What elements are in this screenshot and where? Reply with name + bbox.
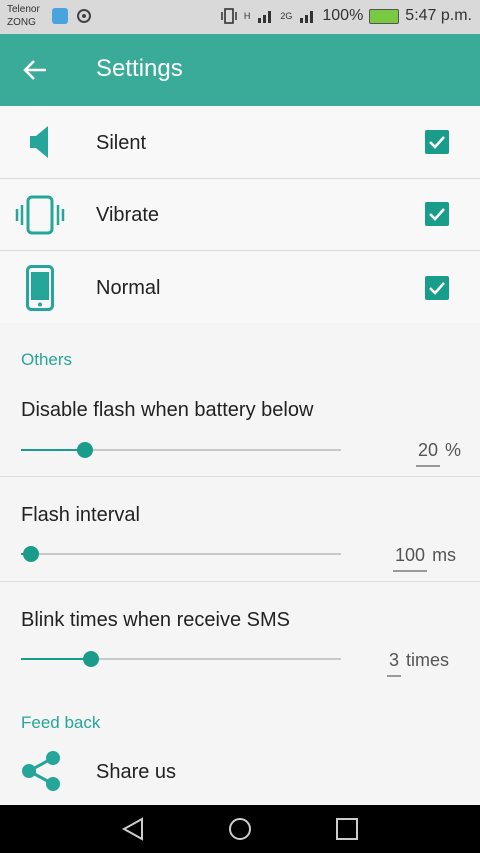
share-us-row[interactable]: Share us bbox=[0, 742, 480, 804]
flash-interval-title: Flash interval bbox=[21, 504, 140, 526]
navigation-bar bbox=[0, 805, 480, 853]
section-header-feedback: Feed back bbox=[21, 713, 101, 732]
mode-row-silent[interactable]: Silent bbox=[0, 106, 480, 179]
divider bbox=[0, 476, 480, 477]
slider-thumb[interactable] bbox=[22, 546, 39, 562]
nav-back-icon bbox=[121, 817, 143, 841]
carrier-1: Telenor bbox=[7, 4, 40, 15]
app-notification-icon bbox=[77, 9, 91, 23]
nav-home-icon bbox=[229, 818, 251, 840]
app-bar: Settings bbox=[0, 34, 480, 106]
slider-thumb[interactable] bbox=[83, 651, 100, 667]
signal-icon-1 bbox=[258, 11, 272, 23]
battery-threshold-title: Disable flash when battery below bbox=[21, 399, 314, 421]
check-icon bbox=[429, 208, 445, 221]
speaker-icon bbox=[30, 126, 48, 158]
flash-interval-value: 100 ms bbox=[393, 545, 456, 572]
mode-label-silent: Silent bbox=[96, 132, 147, 154]
phone-icon bbox=[26, 265, 54, 311]
silent-checkbox[interactable] bbox=[425, 130, 449, 154]
signal-2g-label: 2G bbox=[280, 11, 293, 21]
upload-notification-icon bbox=[52, 8, 68, 24]
divider bbox=[0, 581, 480, 582]
value-number[interactable]: 3 bbox=[387, 650, 402, 677]
vibrate-checkbox[interactable] bbox=[425, 202, 449, 226]
signal-h-label: H bbox=[243, 11, 251, 21]
blink-times-slider[interactable] bbox=[21, 651, 341, 667]
status-icons: H 2G 100% 5:47 p.m. bbox=[220, 7, 472, 25]
check-icon bbox=[429, 136, 445, 149]
battery-icon bbox=[369, 8, 400, 24]
clock: 5:47 p.m. bbox=[405, 7, 472, 24]
mode-label-vibrate: Vibrate bbox=[96, 204, 160, 226]
arrow-left-icon bbox=[23, 60, 46, 80]
vibrate-icon bbox=[15, 195, 65, 235]
battery-threshold-value: 20 % bbox=[416, 440, 461, 467]
share-us-label: Share us bbox=[96, 761, 177, 783]
section-header-others: Others bbox=[21, 350, 73, 369]
flash-interval-slider[interactable] bbox=[21, 546, 341, 562]
carrier-2: ZONG bbox=[7, 17, 36, 28]
normal-checkbox[interactable] bbox=[425, 276, 449, 300]
slider-fill bbox=[21, 449, 85, 451]
notification-icons bbox=[52, 8, 92, 24]
battery-threshold-slider[interactable] bbox=[21, 442, 341, 458]
nav-back-button[interactable] bbox=[121, 817, 145, 841]
slider-fill bbox=[21, 658, 92, 660]
status-bar: Telenor ZONG H 2G 100% 5:47 p.m. bbox=[0, 0, 480, 34]
value-unit: ms bbox=[432, 545, 457, 565]
value-number[interactable]: 100 bbox=[393, 545, 428, 572]
mode-label-normal: Normal bbox=[96, 277, 161, 299]
value-unit: times bbox=[406, 650, 450, 670]
blink-times-title: Blink times when receive SMS bbox=[21, 609, 290, 631]
back-button[interactable] bbox=[20, 56, 52, 84]
battery-percent: 100% bbox=[322, 7, 364, 24]
nav-recents-icon bbox=[336, 818, 358, 840]
check-icon bbox=[429, 282, 445, 295]
signal-icon-2 bbox=[300, 11, 314, 23]
slider-thumb[interactable] bbox=[77, 442, 93, 458]
value-unit: % bbox=[445, 440, 462, 460]
mode-row-normal[interactable]: Normal bbox=[0, 251, 480, 323]
share-icon bbox=[22, 751, 60, 791]
nav-recents-button[interactable] bbox=[335, 817, 359, 841]
value-number[interactable]: 20 bbox=[416, 440, 441, 467]
nav-home-button[interactable] bbox=[228, 817, 252, 841]
vibrate-status-icon bbox=[221, 8, 237, 24]
blink-times-value: 3 times bbox=[387, 650, 449, 677]
carrier-labels: Telenor ZONG bbox=[7, 3, 40, 29]
mode-row-vibrate[interactable]: Vibrate bbox=[0, 179, 480, 251]
page-title: Settings bbox=[96, 55, 183, 82]
